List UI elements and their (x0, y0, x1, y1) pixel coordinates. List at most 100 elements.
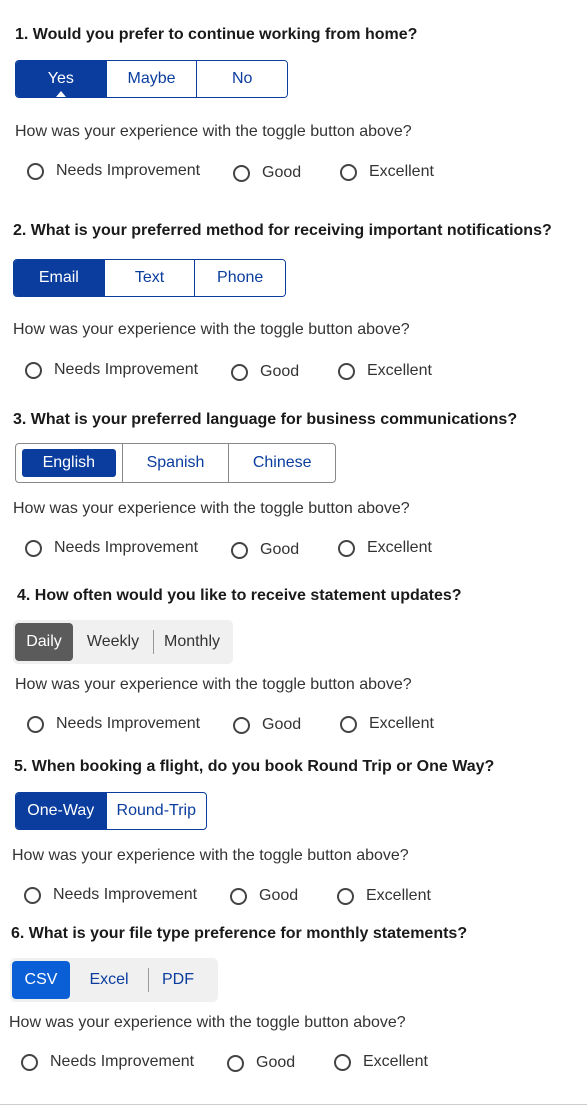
radio-needs-improvement[interactable]: Needs Improvement (25, 361, 198, 379)
radio-label: Excellent (367, 362, 432, 379)
toggle-option-label: Spanish (146, 454, 205, 471)
radio-label: Needs Improvement (50, 1053, 195, 1070)
radio-label: Good (262, 164, 302, 181)
toggle-option-label: Yes (47, 70, 74, 87)
radio-excellent[interactable]: Excellent (340, 715, 434, 733)
toggle-option-round-trip[interactable]: Round-Trip (105, 793, 206, 829)
radio-excellent[interactable]: Excellent (338, 539, 432, 557)
radio-circle-icon (340, 163, 357, 181)
toggle-option-excel[interactable]: Excel (70, 961, 148, 999)
radio-excellent[interactable]: Excellent (340, 163, 434, 181)
radio-circle-icon (340, 715, 357, 733)
radio-circle-icon (338, 539, 355, 557)
radio-circle-icon (27, 162, 44, 180)
radio-label: Needs Improvement (56, 715, 201, 732)
toggle-option-label: CSV (24, 971, 58, 988)
radio-circle-icon (21, 1053, 38, 1071)
radio-good[interactable]: Good (233, 164, 301, 182)
question-5-title: 5. When booking a flight, do you book Ro… (14, 758, 495, 775)
radio-good[interactable]: Good (233, 716, 301, 734)
toggle-option-label: Email (38, 269, 79, 286)
radio-circle-icon (25, 361, 42, 379)
radio-circle-icon (25, 539, 42, 557)
toggle-option-spanish[interactable]: Spanish (121, 444, 229, 482)
toggle-option-chinese[interactable]: Chinese (228, 444, 335, 482)
toggle-option-pdf[interactable]: PDF (149, 961, 207, 999)
radio-circle-icon (27, 715, 44, 733)
radio-circle-icon (233, 716, 250, 734)
radio-circle-icon (334, 1053, 351, 1071)
toggle-option-csv[interactable]: CSV (12, 961, 70, 999)
toggle-option-monthly[interactable]: Monthly (154, 623, 230, 661)
toggle-option-text[interactable]: Text (103, 260, 195, 296)
toggle-option-maybe[interactable]: Maybe (105, 61, 197, 97)
question-3-title: 3. What is your preferred language for b… (13, 411, 518, 428)
toggle-option-label: Monthly (163, 633, 221, 650)
question-1-title: 1. Would you prefer to continue working … (15, 26, 418, 43)
toggle-option-label: Text (134, 269, 165, 286)
toggle-option-label: Maybe (127, 70, 176, 87)
rating-prompt-3: How was your experience with the toggle … (13, 500, 410, 517)
radio-good[interactable]: Good (227, 1054, 295, 1072)
question-2-title: 2. What is your preferred method for rec… (13, 222, 552, 239)
toggle-option-label: One-Way (27, 802, 95, 819)
rating-prompt-2: How was your experience with the toggle … (13, 321, 410, 338)
rating-prompt-5: How was your experience with the toggle … (12, 847, 409, 864)
radio-circle-icon (24, 886, 41, 904)
toggle-option-label: English (21, 449, 116, 477)
toggle-option-phone[interactable]: Phone (194, 260, 285, 296)
toggle-option-english[interactable]: English (16, 444, 122, 482)
radio-needs-improvement[interactable]: Needs Improvement (25, 539, 198, 557)
toggle-option-label: No (231, 70, 253, 87)
toggle-option-label: PDF (162, 971, 194, 988)
radio-needs-improvement[interactable]: Needs Improvement (27, 715, 200, 733)
radio-excellent[interactable]: Excellent (334, 1053, 428, 1071)
radio-excellent[interactable]: Excellent (338, 362, 432, 380)
toggle-option-one-way[interactable]: One-Way (16, 793, 106, 829)
toggle-option-label: Round-Trip (116, 802, 196, 819)
radio-label: Good (262, 716, 302, 733)
toggle-language: English Spanish Chinese (15, 443, 336, 483)
radio-circle-icon (231, 363, 248, 381)
selected-caret-icon (55, 91, 66, 97)
radio-label: Excellent (367, 539, 432, 556)
radio-label: Excellent (363, 1053, 428, 1070)
radio-label: Excellent (369, 163, 434, 180)
radio-needs-improvement[interactable]: Needs Improvement (24, 886, 197, 904)
radio-good[interactable]: Good (231, 541, 299, 559)
question-6-title: 6. What is your file type preference for… (11, 925, 468, 942)
radio-good[interactable]: Good (231, 363, 299, 381)
radio-needs-improvement[interactable]: Needs Improvement (27, 162, 200, 180)
question-4-title: 4. How often would you like to receive s… (17, 587, 462, 604)
radio-label: Good (256, 1054, 296, 1071)
radio-needs-improvement[interactable]: Needs Improvement (21, 1053, 194, 1071)
radio-circle-icon (227, 1054, 244, 1072)
radio-circle-icon (230, 887, 247, 905)
radio-label: Good (259, 887, 299, 904)
toggle-option-label: Daily (26, 633, 62, 650)
bottom-divider (0, 1104, 587, 1105)
radio-circle-icon (231, 541, 248, 559)
radio-label: Needs Improvement (53, 886, 198, 903)
radio-excellent[interactable]: Excellent (337, 887, 431, 905)
toggle-option-no[interactable]: No (196, 61, 287, 97)
radio-circle-icon (337, 887, 354, 905)
radio-circle-icon (338, 362, 355, 380)
toggle-option-email[interactable]: Email (14, 260, 104, 296)
rating-prompt-6: How was your experience with the toggle … (9, 1014, 406, 1031)
toggle-work-from-home: Yes Maybe No (15, 60, 288, 98)
radio-label: Excellent (369, 715, 434, 732)
toggle-trip-type: One-Way Round-Trip (15, 792, 207, 830)
rating-prompt-1: How was your experience with the toggle … (15, 123, 412, 140)
radio-circle-icon (233, 164, 250, 182)
radio-label: Good (260, 363, 300, 380)
toggle-option-daily[interactable]: Daily (15, 623, 73, 661)
toggle-option-label: Phone (217, 269, 264, 286)
toggle-option-label: Weekly (86, 633, 140, 650)
toggle-option-label: Chinese (252, 454, 312, 471)
toggle-file-type: CSV Excel PDF (10, 958, 218, 1002)
toggle-option-weekly[interactable]: Weekly (73, 623, 153, 661)
radio-good[interactable]: Good (230, 887, 298, 905)
toggle-option-yes[interactable]: Yes (16, 61, 106, 97)
radio-label: Needs Improvement (54, 361, 199, 378)
